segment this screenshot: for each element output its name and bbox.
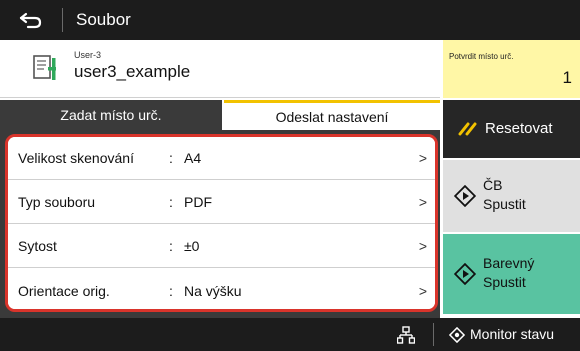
user-name: user3_example <box>74 62 191 81</box>
start-icon <box>454 263 476 285</box>
chevron-right-icon: > <box>418 238 427 254</box>
setting-colon: : <box>169 238 173 254</box>
status-monitor-button[interactable]: Monitor stavu <box>470 326 554 342</box>
status-monitor-icon <box>449 327 465 343</box>
bw-start-button[interactable]: ČB Spustit <box>443 160 580 232</box>
chevron-right-icon: > <box>418 282 427 299</box>
setting-value: Na výšku <box>184 282 242 299</box>
user-label-small: User-3 <box>74 50 102 60</box>
title-separator <box>62 8 63 32</box>
setting-row-density[interactable]: Sytost : ±0 > <box>8 225 435 268</box>
network-icon[interactable] <box>397 326 415 344</box>
setting-row-scan-size[interactable]: Velikost skenování : A4 > <box>8 137 435 180</box>
setting-colon: : <box>169 194 173 210</box>
page-title: Soubor <box>76 10 131 29</box>
confirm-destination-button[interactable]: Potvrdit místo urč. 1 <box>443 40 580 98</box>
chevron-right-icon: > <box>418 194 427 210</box>
destination-field[interactable]: User-3 user3_example <box>0 40 440 98</box>
color-start-line2: Spustit <box>483 274 526 290</box>
bottom-separator <box>433 323 434 346</box>
bw-start-line2: Spustit <box>483 196 526 212</box>
setting-label: Typ souboru <box>18 194 96 210</box>
reset-icon <box>458 122 477 136</box>
setting-label: Velikost skenování <box>18 150 134 166</box>
back-button[interactable] <box>8 5 54 35</box>
setting-value: ±0 <box>184 238 200 254</box>
setting-colon: : <box>169 150 173 166</box>
setting-colon: : <box>169 282 173 299</box>
scan-to-file-screen: Soubor User-3 user3_example Potvrdit mís… <box>0 0 580 351</box>
tab-specify-destination[interactable]: Zadat místo urč. <box>0 100 222 130</box>
tab-send-settings[interactable]: Odeslat nastavení <box>224 100 440 130</box>
chevron-right-icon: > <box>418 150 427 166</box>
setting-row-orientation[interactable]: Orientace orig. : Na výšku > <box>8 269 435 309</box>
color-start-line1: Barevný <box>483 255 535 271</box>
setting-value: PDF <box>184 194 212 210</box>
title-bar: Soubor <box>0 0 580 40</box>
settings-highlight-frame: Velikost skenování : A4 > Typ souboru : … <box>5 134 438 312</box>
color-start-button[interactable]: Barevný Spustit <box>443 234 580 314</box>
destination-count: 1 <box>562 68 572 87</box>
document-icon <box>33 55 56 80</box>
start-icon <box>454 185 476 207</box>
setting-value: A4 <box>184 150 202 166</box>
bottom-bar: Monitor stavu <box>0 318 580 351</box>
reset-button[interactable]: Resetovat <box>443 100 580 158</box>
setting-label: Orientace orig. <box>18 282 110 299</box>
reset-label: Resetovat <box>485 120 553 137</box>
confirm-destination-label: Potvrdit místo urč. <box>449 52 514 61</box>
setting-label: Sytost <box>18 238 57 254</box>
back-arrow-icon <box>19 12 42 29</box>
setting-row-file-type[interactable]: Typ souboru : PDF > <box>8 181 435 224</box>
bw-start-line1: ČB <box>483 177 503 193</box>
